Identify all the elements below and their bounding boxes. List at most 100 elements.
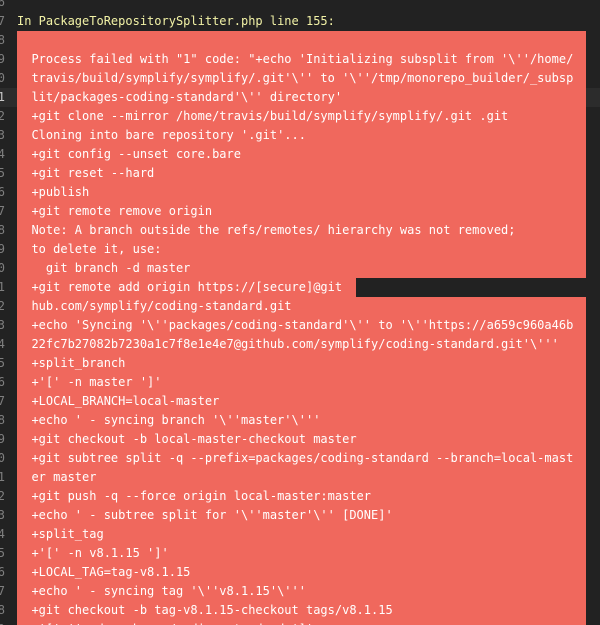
line-number: 7 bbox=[0, 14, 5, 28]
log-line: 0 git branch -d master bbox=[0, 259, 600, 278]
log-line: 9 +'[' '' -d packages/coding-standard ']… bbox=[0, 620, 600, 625]
line-number: 9 bbox=[0, 242, 5, 256]
line-number: 9 bbox=[0, 432, 5, 446]
line-number: 5 bbox=[0, 166, 5, 180]
line-number: 0 bbox=[0, 71, 5, 85]
line-number: 6 bbox=[0, 565, 5, 579]
line-number: 8 bbox=[0, 603, 5, 617]
line-number: 7 bbox=[0, 394, 5, 408]
log-line-text: +echo 'Syncing '\''packages/coding-stand… bbox=[17, 316, 586, 335]
log-line-text: +echo ' - syncing branch '\''master'\''' bbox=[17, 411, 586, 430]
log-line: 0 +git subtree split -q --prefix=package… bbox=[0, 449, 600, 468]
log-line-text: In PackageToRepositorySplitter.php line … bbox=[17, 14, 335, 28]
log-line-text: +publish bbox=[17, 183, 586, 202]
line-number: 3 bbox=[0, 318, 5, 332]
line-number: 1 bbox=[0, 90, 5, 104]
log-line: 0 travis/build/symplify/symplify/.git'\'… bbox=[0, 69, 600, 88]
log-line-text: +'[' -n master ']' bbox=[17, 373, 586, 392]
line-number: 7 bbox=[0, 584, 5, 598]
log-line-text: +git checkout -b local-master-checkout m… bbox=[17, 430, 586, 449]
line-number: 5 bbox=[0, 546, 5, 560]
log-line: 5 +split_branch bbox=[0, 354, 600, 373]
line-number: 6 bbox=[0, 375, 5, 389]
log-line-text bbox=[17, 31, 586, 50]
log-line: 5 +'[' -n v8.1.15 ']' bbox=[0, 544, 600, 563]
log-line-text: +LOCAL_TAG=tag-v8.1.15 bbox=[17, 563, 586, 582]
line-number: 4 bbox=[0, 147, 5, 161]
log-line: 8 +git checkout -b tag-v8.1.15-checkout … bbox=[0, 601, 600, 620]
log-line: 2 hub.com/symplify/coding-standard.git bbox=[0, 297, 600, 316]
terminal-log[interactable]: 6 7 In PackageToRepositorySplitter.php lin… bbox=[0, 0, 600, 625]
log-line: 4 +git config --unset core.bare bbox=[0, 145, 600, 164]
log-line-text: +git clone --mirror /home/travis/build/s… bbox=[17, 107, 586, 126]
log-line: 2 +git push -q --force origin local-mast… bbox=[0, 487, 600, 506]
line-number: 8 bbox=[0, 413, 5, 427]
log-line: 7 +git remote remove origin bbox=[0, 202, 600, 221]
log-line-text: +git config --unset core.bare bbox=[17, 145, 586, 164]
log-line-text: +echo ' - subtree split for '\''master'\… bbox=[17, 506, 586, 525]
log-line-text: +git reset --hard bbox=[17, 164, 586, 183]
log-line-text: 22fc7b27082b7230a1c7f8e1e4e7@github.com/… bbox=[17, 335, 586, 354]
log-line: 9 to delete it, use: bbox=[0, 240, 600, 259]
log-line-text: er master bbox=[17, 468, 586, 487]
line-number: 0 bbox=[0, 261, 5, 275]
line-number: 8 bbox=[0, 33, 5, 47]
line-number: 6 bbox=[0, 185, 5, 199]
log-line: 2 +git clone --mirror /home/travis/build… bbox=[0, 107, 600, 126]
log-line-text: +split_tag bbox=[17, 525, 586, 544]
log-line: 8 +echo ' - syncing branch '\''master'\'… bbox=[0, 411, 600, 430]
line-number: 2 bbox=[0, 299, 5, 313]
log-line: 7 In PackageToRepositorySplitter.php line… bbox=[0, 12, 600, 31]
log-line: 3 +echo ' - subtree split for '\''master… bbox=[0, 506, 600, 525]
log-line-text: to delete it, use: bbox=[17, 240, 586, 259]
log-line: 7 +LOCAL_BRANCH=local-master bbox=[0, 392, 600, 411]
log-line-text: Cloning into bare repository '.git'... bbox=[17, 126, 586, 145]
line-number: 5 bbox=[0, 356, 5, 370]
line-number: 7 bbox=[0, 204, 5, 218]
line-number: 9 bbox=[0, 52, 5, 66]
log-line-text: +LOCAL_BRANCH=local-master bbox=[17, 392, 586, 411]
log-line-text: +'[' '' -d packages/coding-standard ']' bbox=[17, 620, 586, 625]
log-line: 4 22fc7b27082b7230a1c7f8e1e4e7@github.co… bbox=[0, 335, 600, 354]
log-line-text: Note: A branch outside the refs/remotes/… bbox=[17, 221, 586, 240]
log-line-text: Process failed with "1" code: "+echo 'In… bbox=[17, 50, 586, 69]
log-line: 6 +LOCAL_TAG=tag-v8.1.15 bbox=[0, 563, 600, 582]
log-line: 1 lit/packages-coding-standard'\'' direc… bbox=[0, 88, 600, 107]
log-line-text: +git remote remove origin bbox=[17, 202, 586, 221]
log-line: 8 Note: A branch outside the refs/remote… bbox=[0, 221, 600, 240]
log-line-text: +git push -q --force origin local-master… bbox=[17, 487, 586, 506]
line-number: 3 bbox=[0, 508, 5, 522]
log-line: 8 bbox=[0, 31, 600, 50]
line-number: 9 bbox=[0, 620, 5, 625]
line-number: 6 bbox=[0, 0, 5, 9]
log-line: 9 +git checkout -b local-master-checkout… bbox=[0, 430, 600, 449]
log-line-text: git branch -d master bbox=[17, 259, 586, 278]
line-number: 1 bbox=[0, 280, 5, 294]
log-line: 6 bbox=[0, 0, 600, 12]
line-number: 4 bbox=[0, 337, 5, 351]
line-number: 2 bbox=[0, 109, 5, 123]
log-line: 1 +git remote add origin https://[secure… bbox=[0, 278, 600, 297]
log-line-text: +git remote add origin https://[secure]@… bbox=[17, 278, 356, 297]
log-line: 4 +split_tag bbox=[0, 525, 600, 544]
line-number: 0 bbox=[0, 451, 5, 465]
log-line: 6 +publish bbox=[0, 183, 600, 202]
log-line: 5 +git reset --hard bbox=[0, 164, 600, 183]
log-line-text: +'[' -n v8.1.15 ']' bbox=[17, 544, 586, 563]
line-number: 3 bbox=[0, 128, 5, 142]
log-line: 3 Cloning into bare repository '.git'... bbox=[0, 126, 600, 145]
log-line-text: +git subtree split -q --prefix=packages/… bbox=[17, 449, 586, 468]
log-line: 3 +echo 'Syncing '\''packages/coding-sta… bbox=[0, 316, 600, 335]
log-line-text: travis/build/symplify/symplify/.git'\'' … bbox=[17, 69, 586, 88]
log-line: 1 er master bbox=[0, 468, 600, 487]
log-line-text: +git checkout -b tag-v8.1.15-checkout ta… bbox=[17, 601, 586, 620]
line-number: 4 bbox=[0, 527, 5, 541]
log-line: 9 Process failed with "1" code: "+echo '… bbox=[0, 50, 600, 69]
log-line-text: hub.com/symplify/coding-standard.git bbox=[17, 297, 586, 316]
line-number: 1 bbox=[0, 470, 5, 484]
log-line: 6 +'[' -n master ']' bbox=[0, 373, 600, 392]
log-line-text: +echo ' - syncing tag '\''v8.1.15'\''' bbox=[17, 582, 586, 601]
log-line-text: +split_branch bbox=[17, 354, 586, 373]
log-line: 7 +echo ' - syncing tag '\''v8.1.15'\''' bbox=[0, 582, 600, 601]
line-number: 2 bbox=[0, 489, 5, 503]
